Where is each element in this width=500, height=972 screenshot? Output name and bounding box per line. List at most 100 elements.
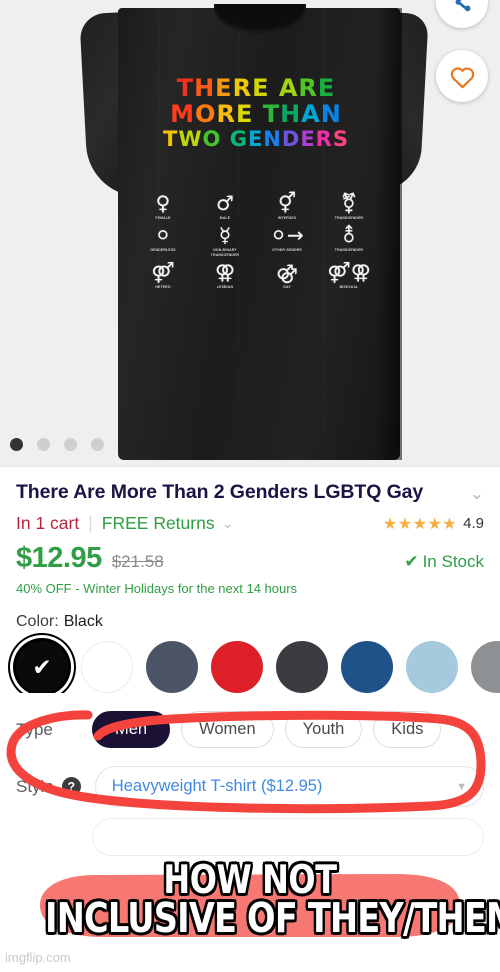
color-swatch[interactable]: ✔: [16, 641, 68, 693]
gender-symbol-cell: ⚥ INTERSEX: [256, 192, 318, 220]
original-price: $21.58: [111, 552, 164, 571]
gender-symbol-icon: ⚢: [214, 260, 236, 285]
design-line-3: TWO GENDERS: [163, 126, 349, 151]
help-icon[interactable]: ?: [61, 777, 81, 796]
color-swatch[interactable]: [211, 641, 263, 693]
gender-symbol-icon: ⚨: [340, 223, 358, 248]
current-price: $12.95: [16, 542, 102, 574]
gender-symbol-icon: ⚪: [154, 223, 172, 248]
type-option-row[interactable]: Type Men Women Youth Kids: [0, 693, 500, 748]
gender-symbol-icon: ⚧: [340, 191, 358, 215]
gender-symbol-icon: ⚤⚢: [327, 260, 371, 285]
gender-symbol-cell: ⚢ LESBIAN: [194, 261, 256, 289]
chevron-down-icon[interactable]: ⌄: [462, 481, 484, 504]
chevron-down-icon-style: ▼: [456, 780, 467, 793]
gender-symbol-label: HETERO: [155, 285, 171, 290]
star-rating-icon: ★★★★★: [382, 515, 458, 533]
gender-symbol-label: OTHER GENDER: [272, 248, 302, 253]
carousel-dot[interactable]: [91, 438, 104, 451]
product-info-panel: There Are More Than 2 Genders LGBTQ Gay …: [0, 466, 500, 856]
promo-text: 40% OFF - Winter Holidays for the next 1…: [16, 581, 298, 596]
gender-symbol-icon: ⚪→: [270, 223, 304, 248]
gender-symbol-label: INTERSEX: [277, 216, 297, 220]
check-icon: ✔: [404, 552, 419, 571]
gender-symbol-cell: ⚣ GAY: [256, 261, 318, 289]
carousel-dots[interactable]: [10, 438, 104, 451]
stock-label: In Stock: [422, 552, 484, 571]
color-option-label: Color: Black: [0, 596, 500, 631]
type-option-label: Type: [16, 719, 53, 739]
color-swatch[interactable]: [81, 641, 133, 693]
free-returns-link[interactable]: FREE Returns: [102, 513, 215, 534]
style-option-label-wrap: Style ?: [16, 777, 81, 797]
gender-symbol-label: TRANSGENDER: [334, 216, 364, 220]
page-title: There Are More Than 2 Genders LGBTQ Gay: [16, 481, 424, 503]
style-select[interactable]: Heavyweight T-shirt ($12.95) ▼: [94, 766, 484, 807]
gender-symbol-icon: ⚤: [151, 260, 175, 285]
gender-symbol-label: GENDERLESS: [150, 248, 176, 253]
meta-left: In 1 cart | FREE Returns ⌄: [16, 513, 233, 534]
stock-badge: ✔ In Stock: [404, 552, 484, 572]
product-image-carousel[interactable]: THERE ARE MORE THAN TWO GENDERS ♀ FEMALE ♂…: [0, 0, 500, 466]
style-option-row[interactable]: Style ? Heavyweight T-shirt ($12.95) ▼: [0, 748, 500, 807]
gender-symbol-cell: ⚨ TRANSGENDER: [318, 224, 380, 257]
type-pill-group[interactable]: Men Women Youth Kids: [92, 711, 442, 748]
carousel-dot[interactable]: [10, 438, 23, 451]
gender-symbol-label: TRANSGENDER: [334, 248, 364, 253]
title-row[interactable]: There Are More Than 2 Genders LGBTQ Gay …: [0, 467, 500, 504]
meta-divider: |: [88, 513, 93, 533]
color-swatch-list[interactable]: ✔: [0, 631, 500, 693]
style-option-label: Style: [16, 776, 54, 796]
type-pill-youth[interactable]: Youth: [284, 711, 363, 748]
carousel-dot[interactable]: [37, 438, 50, 451]
gender-symbol-cell: ☿ NON-BINARY TRANSGENDER: [194, 224, 256, 257]
gender-symbol-icon: ⚣: [276, 260, 298, 285]
price-row: $12.95 $21.58 ✔ In Stock: [0, 534, 500, 575]
rating-block[interactable]: ★★★★★ 4.9: [383, 514, 484, 534]
tshirt-product-image: THERE ARE MORE THAN TWO GENDERS ♀ FEMALE ♂…: [0, 0, 500, 466]
check-icon: ✔: [32, 653, 52, 680]
gender-symbol-cell: ⚤⚢ BISEXUAL: [318, 261, 380, 289]
gender-symbol-label: BISEXUAL: [339, 285, 359, 290]
favorite-button[interactable]: [436, 50, 488, 102]
gender-symbol-cell: ⚧ TRANSGENDER: [318, 192, 380, 220]
design-line-2: MORE THAN: [170, 100, 342, 129]
heart-icon: [450, 66, 474, 88]
type-pill-men[interactable]: Men: [92, 711, 171, 748]
color-label-text: Color:: [16, 613, 59, 630]
gender-symbol-label: GAY: [283, 285, 291, 290]
type-pill-kids[interactable]: Kids: [373, 711, 442, 748]
gender-symbol-label: FEMALE: [155, 216, 171, 220]
color-swatch[interactable]: [341, 641, 393, 693]
color-swatch[interactable]: [146, 641, 198, 693]
price-left: $12.95 $21.58: [16, 542, 164, 575]
gender-symbol-icon: ♂: [216, 191, 234, 215]
gender-symbol-label: NON-BINARY TRANSGENDER: [210, 248, 240, 257]
color-swatch[interactable]: [471, 641, 500, 693]
design-line-1: THERE ARE: [176, 74, 336, 102]
tshirt-printed-design: THERE ARE MORE THAN TWO GENDERS: [130, 76, 382, 150]
carousel-dot[interactable]: [64, 438, 77, 451]
meme-caption: HOW NOT INCLUSIVE OF THEY/THEM: [0, 861, 500, 943]
gender-symbol-cell: ♀ FEMALE: [132, 192, 194, 220]
gender-symbol-cell: ⚪ GENDERLESS: [132, 224, 194, 257]
color-swatch[interactable]: [276, 641, 328, 693]
gender-symbol-icon: ☿: [218, 223, 232, 248]
cart-status: In 1 cart: [16, 513, 80, 533]
gender-symbol-grid: ♀ FEMALE ♂ MALE ⚥ INTERSEX ⚧ TRANSGENDER ⚪ GENDER…: [132, 192, 380, 290]
gender-symbol-icon: ⚥: [277, 191, 297, 215]
rating-value: 4.9: [463, 515, 484, 532]
type-pill-women[interactable]: Women: [181, 711, 274, 748]
gender-symbol-cell: ♂ MALE: [194, 192, 256, 220]
meta-row: In 1 cart | FREE Returns ⌄ ★★★★★ 4.9: [0, 504, 500, 534]
share-icon: [455, 0, 471, 12]
gender-symbol-icon: ♀: [155, 191, 171, 215]
chevron-down-icon-returns[interactable]: ⌄: [222, 515, 234, 532]
gender-symbol-cell: ⚤ HETERO: [132, 261, 194, 289]
color-swatch[interactable]: [406, 641, 458, 693]
gender-symbol-label: LESBIAN: [216, 285, 234, 290]
style-select-value: Heavyweight T-shirt ($12.95): [111, 777, 323, 795]
imgflip-watermark: imgflip.com: [5, 950, 71, 965]
next-option-field[interactable]: [92, 818, 484, 856]
caption-line-2: INCLUSIVE OF THEY/THEM: [45, 894, 500, 943]
